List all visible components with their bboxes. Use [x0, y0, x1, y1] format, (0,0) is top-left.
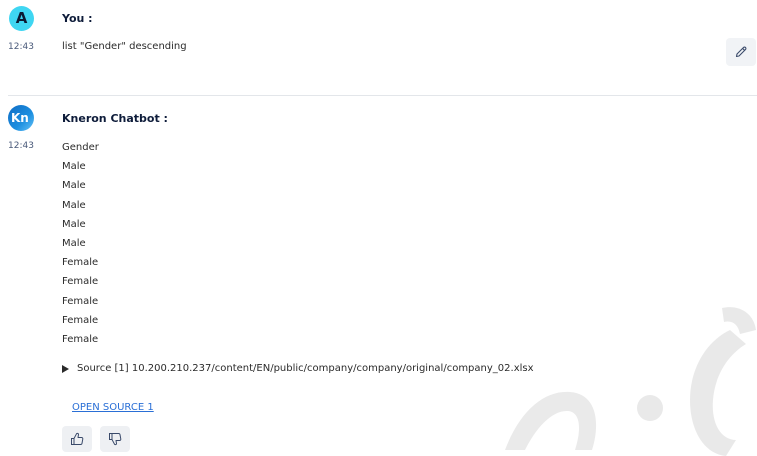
open-source-link[interactable]: OPEN SOURCE 1: [72, 402, 154, 413]
list-item: Male: [62, 180, 86, 192]
chat-page: A You : 12:43 list "Gender" descending K…: [0, 0, 757, 456]
edit-message-button[interactable]: [726, 38, 756, 66]
result-list: Gender Male Male Male Male Male Female F…: [62, 138, 99, 349]
source-toggle[interactable]: Source [1] 10.200.210.237/content/EN/pub…: [62, 363, 534, 374]
list-item: Female: [62, 295, 99, 307]
user-avatar: A: [9, 6, 34, 31]
list-item: Female: [62, 314, 99, 326]
list-item: Female: [62, 257, 99, 269]
list-item: Male: [62, 237, 86, 249]
bot-avatar: Kn: [8, 105, 34, 131]
like-button[interactable]: [62, 426, 92, 452]
list-item: Gender: [62, 142, 99, 153]
message-divider: [8, 95, 757, 96]
list-item: Male: [62, 218, 86, 230]
user-message-time: 12:43: [8, 42, 34, 52]
list-item: Female: [62, 333, 99, 345]
list-item: Female: [62, 276, 99, 288]
dislike-button[interactable]: [100, 426, 130, 452]
bot-message-time: 12:43: [8, 141, 34, 151]
triangle-right-icon: [62, 364, 69, 373]
watermark-logo: [505, 307, 756, 456]
list-item: Male: [62, 161, 86, 173]
list-item: Male: [62, 199, 86, 211]
bot-sender-name: Kneron Chatbot :: [62, 112, 168, 125]
user-message-text: list "Gender" descending: [62, 41, 187, 52]
thumbs-down-icon: [109, 433, 122, 446]
user-sender-name: You :: [62, 12, 93, 25]
thumbs-up-icon: [71, 432, 84, 445]
source-text: Source [1] 10.200.210.237/content/EN/pub…: [77, 363, 534, 374]
pencil-icon: [735, 46, 747, 58]
